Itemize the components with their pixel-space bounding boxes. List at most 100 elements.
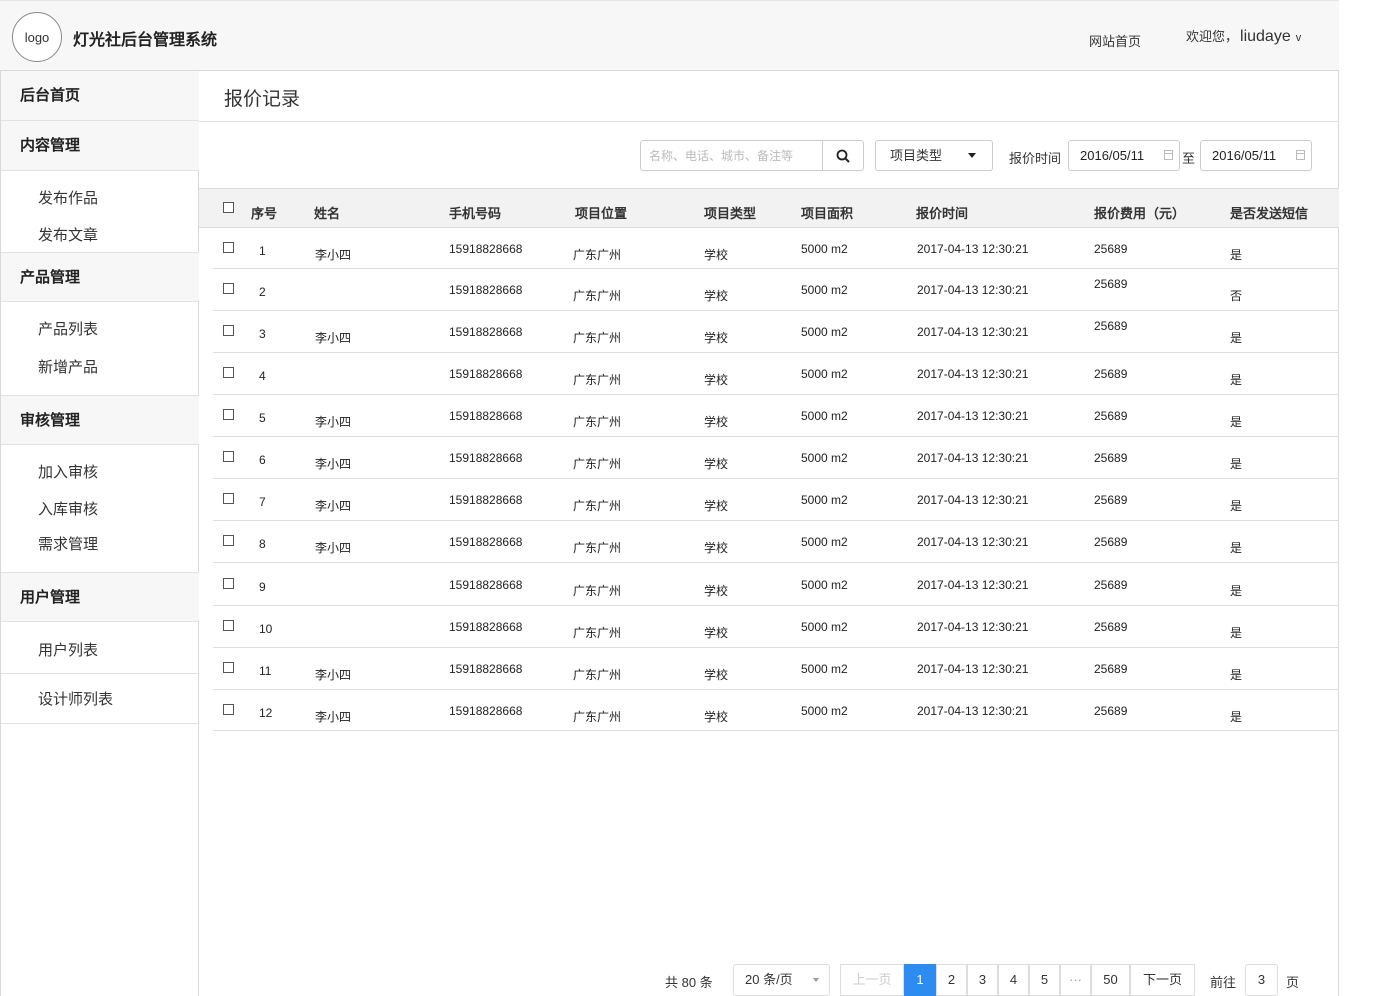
row-checkbox[interactable] bbox=[223, 325, 234, 336]
cell-sms: 是 bbox=[1230, 668, 1243, 682]
sidebar-item-home[interactable]: 后台首页 bbox=[1, 71, 199, 121]
search-input[interactable] bbox=[641, 141, 823, 170]
table-row[interactable]: 3 李小四 15918828668 广东广州 学校 5000 m2 2017-04-13 1… bbox=[213, 311, 1339, 353]
page-button-2[interactable]: 2 bbox=[936, 964, 967, 996]
table-row[interactable]: 5 李小四 15918828668 广东广州 学校 5000 m2 2017-04-13 1… bbox=[213, 395, 1339, 437]
date-to-input[interactable]: 2016/05/11 bbox=[1200, 140, 1312, 171]
cell-phone: 15918828668 bbox=[449, 620, 523, 634]
page-size-select[interactable]: 20 条/页 bbox=[733, 964, 830, 996]
sidebar-item-join-audit[interactable]: 加入审核 bbox=[38, 461, 98, 482]
cell-time: 2017-04-13 12:30:21 bbox=[917, 367, 1029, 381]
cell-sms: 否 bbox=[1230, 289, 1243, 303]
website-home-link[interactable]: 网站首页 bbox=[1089, 31, 1141, 50]
cell-phone: 15918828668 bbox=[449, 704, 523, 718]
search-button[interactable] bbox=[822, 141, 863, 170]
cell-cost: 25689 bbox=[1094, 493, 1128, 507]
select-all-checkbox[interactable] bbox=[223, 202, 234, 213]
sidebar-section-user[interactable]: 用户管理 bbox=[1, 572, 199, 622]
row-checkbox[interactable] bbox=[223, 493, 234, 504]
row-checkbox[interactable] bbox=[223, 535, 234, 546]
cell-sms: 是 bbox=[1230, 248, 1243, 262]
goto-page-input[interactable]: 3 bbox=[1245, 964, 1278, 996]
goto-label: 前往 bbox=[1210, 975, 1237, 990]
row-checkbox[interactable] bbox=[223, 283, 234, 294]
cell-sms: 是 bbox=[1230, 541, 1243, 555]
page-button-1[interactable]: 1 bbox=[904, 964, 936, 996]
cell-cost: 25689 bbox=[1094, 578, 1128, 592]
logo-text: logo bbox=[24, 29, 50, 45]
sidebar-item-add-product[interactable]: 新增产品 bbox=[38, 356, 98, 377]
sidebar-divider bbox=[1, 673, 199, 674]
page-button-5[interactable]: 5 bbox=[1029, 964, 1060, 996]
prev-page-button[interactable]: 上一页 bbox=[840, 964, 904, 996]
sidebar-divider bbox=[1, 723, 199, 724]
row-checkbox[interactable] bbox=[223, 409, 234, 420]
row-checkbox[interactable] bbox=[223, 242, 234, 253]
cell-time: 2017-04-13 12:30:21 bbox=[917, 704, 1029, 718]
cell-time: 2017-04-13 12:30:21 bbox=[917, 283, 1029, 297]
row-checkbox[interactable] bbox=[223, 578, 234, 589]
table-row[interactable]: 2 15918828668 广东广州 学校 5000 m2 2017-04-13 12:3… bbox=[213, 269, 1339, 311]
cell-no: 1 bbox=[259, 244, 266, 258]
cell-area: 5000 m2 bbox=[801, 451, 848, 465]
cell-area: 5000 m2 bbox=[801, 578, 848, 592]
cell-no: 12 bbox=[259, 706, 273, 720]
table-row[interactable]: 4 15918828668 广东广州 学校 5000 m2 2017-04-13 12:3… bbox=[213, 353, 1339, 395]
sidebar-item-publish-work[interactable]: 发布作品 bbox=[38, 187, 98, 208]
cell-phone: 15918828668 bbox=[449, 283, 523, 297]
top-header: logo 灯光社后台管理系统 网站首页 欢迎您， liudaye v bbox=[0, 0, 1339, 71]
table-row[interactable]: 8 李小四 15918828668 广东广州 学校 5000 m2 2017-04-13 1… bbox=[213, 521, 1339, 563]
sidebar-item-user-list[interactable]: 用户列表 bbox=[38, 639, 98, 660]
next-page-button[interactable]: 下一页 bbox=[1130, 964, 1195, 996]
sidebar-item-demand-management[interactable]: 需求管理 bbox=[38, 533, 98, 554]
row-checkbox[interactable] bbox=[223, 662, 234, 673]
table-row[interactable]: 12 李小四 15918828668 广东广州 学校 5000 m2 2017-04-13 … bbox=[213, 690, 1339, 731]
cell-cost: 25689 bbox=[1094, 277, 1128, 291]
cell-no: 5 bbox=[259, 411, 266, 425]
cell-area: 5000 m2 bbox=[801, 620, 848, 634]
page-ellipsis[interactable]: ··· bbox=[1060, 964, 1091, 996]
row-checkbox[interactable] bbox=[223, 451, 234, 462]
cell-sms: 是 bbox=[1230, 584, 1243, 598]
cell-time: 2017-04-13 12:30:21 bbox=[917, 325, 1029, 339]
cell-type: 学校 bbox=[704, 499, 729, 513]
sidebar-section-content[interactable]: 内容管理 bbox=[1, 121, 199, 171]
cell-sms: 是 bbox=[1230, 457, 1243, 471]
row-checkbox[interactable] bbox=[223, 367, 234, 378]
page-button-last[interactable]: 50 bbox=[1091, 964, 1130, 996]
row-checkbox[interactable] bbox=[223, 704, 234, 715]
cell-cost: 25689 bbox=[1094, 409, 1128, 423]
table-row[interactable]: 9 15918828668 广东广州 学校 5000 m2 2017-04-13 12:3… bbox=[213, 563, 1339, 606]
logo[interactable]: logo bbox=[12, 12, 62, 62]
table-row[interactable]: 10 15918828668 广东广州 学校 5000 m2 2017-04-13 12:… bbox=[213, 606, 1339, 648]
cell-location: 广东广州 bbox=[573, 373, 622, 387]
sidebar-item-product-list[interactable]: 产品列表 bbox=[38, 318, 98, 339]
project-type-select[interactable]: 项目类型 bbox=[875, 140, 993, 171]
user-dropdown-icon: v bbox=[1295, 32, 1302, 44]
user-menu[interactable]: 欢迎您， liudaye v bbox=[1186, 26, 1301, 46]
page-title: 报价记录 bbox=[224, 89, 301, 110]
cell-area: 5000 m2 bbox=[801, 662, 848, 676]
sidebar-section-audit[interactable]: 审核管理 bbox=[1, 395, 199, 445]
sidebar-item-designer-list[interactable]: 设计师列表 bbox=[38, 688, 113, 709]
table-row[interactable]: 1 李小四 15918828668 广东广州 学校 5000 m2 2017-04-13 1… bbox=[213, 228, 1339, 269]
cell-location: 广东广州 bbox=[573, 541, 622, 555]
date-from-input[interactable]: 2016/05/11 bbox=[1068, 140, 1180, 171]
cell-sms: 是 bbox=[1230, 331, 1243, 345]
cell-no: 8 bbox=[259, 537, 266, 551]
calendar-icon[interactable] bbox=[1296, 150, 1305, 160]
page-button-3[interactable]: 3 bbox=[967, 964, 998, 996]
table-row[interactable]: 6 李小四 15918828668 广东广州 学校 5000 m2 2017-04-13 1… bbox=[213, 437, 1339, 479]
table-row[interactable]: 7 李小四 15918828668 广东广州 学校 5000 m2 2017-04-13 1… bbox=[213, 479, 1339, 521]
cell-cost: 25689 bbox=[1094, 620, 1128, 634]
sidebar-section-product[interactable]: 产品管理 bbox=[1, 252, 199, 302]
table-row[interactable]: 11 李小四 15918828668 广东广州 学校 5000 m2 2017-04-13 … bbox=[213, 648, 1339, 690]
cell-phone: 15918828668 bbox=[449, 535, 523, 549]
cell-name: 李小四 bbox=[315, 457, 352, 471]
calendar-icon[interactable] bbox=[1164, 150, 1173, 160]
sidebar-item-storage-audit[interactable]: 入库审核 bbox=[38, 498, 98, 519]
sidebar-item-publish-article[interactable]: 发布文章 bbox=[38, 224, 98, 245]
row-checkbox[interactable] bbox=[223, 620, 234, 631]
page-button-4[interactable]: 4 bbox=[998, 964, 1029, 996]
cell-sms: 是 bbox=[1230, 710, 1243, 724]
